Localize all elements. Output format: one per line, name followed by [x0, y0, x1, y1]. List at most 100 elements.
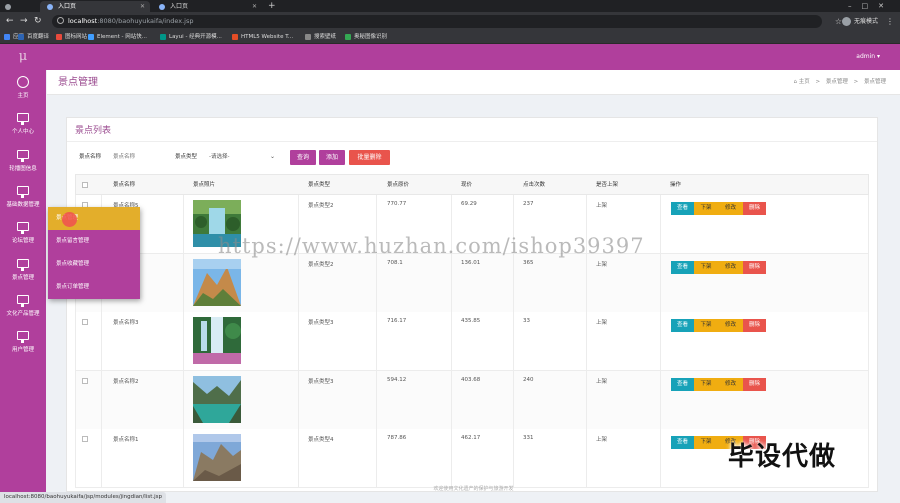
incognito-profile[interactable]: 无痕模式 [842, 15, 878, 28]
back-icon[interactable]: ← [6, 15, 14, 27]
breadcrumb: ⌂ 主页 > 景点管理 > 景点管理 [790, 70, 887, 95]
reload-icon[interactable]: ↻ [34, 15, 42, 27]
sidebar-item[interactable]: 文化产品管理 [0, 291, 46, 327]
cell-divider [298, 429, 299, 487]
type-select[interactable]: -请选择- ⌄ [206, 151, 278, 163]
submenu-item[interactable]: 景点留言管理 [48, 230, 140, 253]
app-logo[interactable]: μ [12, 48, 34, 66]
query-button[interactable]: 查询 [290, 150, 316, 165]
breadcrumb-separator: > [853, 79, 859, 85]
name-label: 景点名称 [79, 154, 102, 160]
view-button[interactable]: 查看 [671, 319, 694, 332]
monitor-icon [17, 331, 29, 344]
submenu-item[interactable]: 景点收藏管理 [48, 253, 140, 276]
cell-divider [586, 370, 587, 429]
submenu-item[interactable]: 景点订单管理 [48, 276, 140, 299]
scenic-photo-falls [193, 317, 241, 364]
bookmark-item[interactable]: 搜索壁纸 [305, 31, 336, 44]
bookmark-favicon-icon [160, 34, 166, 40]
breadcrumb-home[interactable]: ⌂ 主页 [794, 79, 810, 85]
admin-menu[interactable]: admin ▾ [856, 44, 880, 70]
name-search-input[interactable] [111, 151, 163, 163]
edit-button[interactable]: 修改 [718, 202, 743, 215]
address-url: localhost:8080/baohuyukaifa/index.jsp [68, 17, 194, 25]
delete-button[interactable]: 删除 [743, 377, 766, 391]
row-checkbox[interactable] [82, 436, 88, 442]
bookmark-item[interactable]: 百度翻译 [18, 31, 49, 44]
scenic-photo-mountain [193, 258, 241, 306]
browser-tab-active[interactable]: 入口页 ✕ [40, 1, 150, 12]
table-cell: 景点名称2 [113, 378, 139, 385]
tab-close-icon[interactable]: ✕ [140, 1, 145, 12]
browser-menu-dots-icon[interactable]: ⋮ [886, 15, 894, 28]
sidebar-item[interactable]: 个人中心 [0, 109, 46, 145]
sidebar-item[interactable]: 轮播图信息 [0, 146, 46, 182]
sidebar-item[interactable]: 论坛管理 [0, 218, 46, 254]
site-info-icon[interactable] [57, 17, 64, 24]
bookmark-favicon-icon [305, 34, 311, 40]
sidebar-item[interactable]: 主页 [0, 73, 46, 109]
table-cell: 716.17 [387, 318, 407, 324]
column-header: 景点名称 [113, 182, 136, 188]
column-header: 是否上架 [596, 182, 619, 188]
bookmark-item[interactable]: HTML5 Website T... [232, 31, 293, 44]
cell-divider [101, 312, 102, 370]
window-controls[interactable]: –□✕ [848, 0, 894, 12]
card-divider [67, 141, 877, 142]
sidebar-item[interactable]: 景点管理 [0, 255, 46, 291]
sidebar-item-label: 个人中心 [11, 129, 34, 136]
select-all-checkbox[interactable] [82, 182, 88, 188]
bookmark-item[interactable]: Element - 网站快... [88, 31, 147, 44]
sidebar-item[interactable]: 用户管理 [0, 327, 46, 363]
tab-close-icon[interactable]: ✕ [252, 1, 257, 12]
bookmark-item[interactable]: 奥秘图像识别 [345, 31, 387, 44]
forward-icon[interactable]: → [20, 15, 28, 27]
view-button[interactable]: 查看 [671, 436, 694, 449]
tab-favicon-icon [47, 4, 53, 10]
bookmark-label: Element - 网站快... [97, 34, 147, 40]
row-checkbox[interactable] [82, 319, 88, 325]
bookmark-item[interactable]: 图标网站 [56, 31, 87, 44]
table-cell: 787.86 [387, 435, 407, 441]
column-header: 现价 [461, 182, 473, 188]
take-down-button[interactable]: 下架 [694, 377, 718, 391]
delete-button[interactable]: 删除 [743, 319, 766, 332]
sidebar-item[interactable]: 基础数据管理 [0, 182, 46, 218]
status-url: localhost:8080/baohuyukaifa/jsp/modules/… [0, 492, 167, 503]
view-button[interactable]: 查看 [671, 377, 694, 391]
browser-toolbar: ← → ↻ localhost:8080/baohuyukaifa/index.… [0, 12, 900, 31]
take-down-button[interactable]: 下架 [694, 436, 718, 449]
bookmark-favicon-icon [18, 34, 24, 40]
bookmark-star-icon[interactable]: ☆ [835, 15, 842, 28]
take-down-button[interactable]: 下架 [694, 202, 718, 215]
edit-button[interactable]: 修改 [718, 377, 743, 391]
edit-button[interactable]: 修改 [718, 319, 743, 332]
cell-divider [660, 195, 661, 253]
breadcrumb-item[interactable]: 景点管理 [826, 79, 848, 85]
add-button[interactable]: 添加 [319, 150, 345, 165]
table-cell: 240 [523, 376, 534, 383]
view-button[interactable]: 查看 [671, 202, 694, 215]
browser-tab[interactable]: 入口页 ✕ [152, 1, 262, 12]
bookmark-label: HTML5 Website T... [241, 34, 294, 40]
delete-button[interactable]: 删除 [743, 202, 766, 215]
table-cell: 上架 [596, 203, 608, 209]
delete-button[interactable]: 删除 [743, 260, 766, 274]
cell-divider [586, 429, 587, 487]
edit-button[interactable]: 修改 [718, 260, 743, 274]
view-button[interactable]: 查看 [671, 260, 694, 274]
take-down-button[interactable]: 下架 [694, 319, 718, 332]
table-row: 景点名称3 景点类型3 716.17 435.85 33 上架 查看 下架 修改 删除 [75, 312, 869, 371]
table-header: 景点名称 景点照片 景点类型 景点原价 现价 点击次数 是否上架 操作 [75, 174, 869, 195]
table-cell: 上架 [596, 378, 608, 385]
batch-delete-button[interactable]: 批量删除 [349, 150, 390, 165]
address-bar[interactable]: localhost:8080/baohuyukaifa/index.jsp ☆ [52, 15, 842, 28]
sidebar-item-label: 用户管理 [11, 347, 34, 354]
bookmark-item[interactable]: Layui - 经典开源模... [160, 31, 222, 44]
browser-menu-icon[interactable] [0, 1, 18, 12]
take-down-button[interactable]: 下架 [694, 260, 718, 274]
row-checkbox[interactable] [82, 377, 88, 384]
cell-divider [376, 370, 377, 429]
new-tab-button[interactable]: + [268, 0, 276, 12]
table-cell: 景点类型3 [308, 378, 334, 385]
